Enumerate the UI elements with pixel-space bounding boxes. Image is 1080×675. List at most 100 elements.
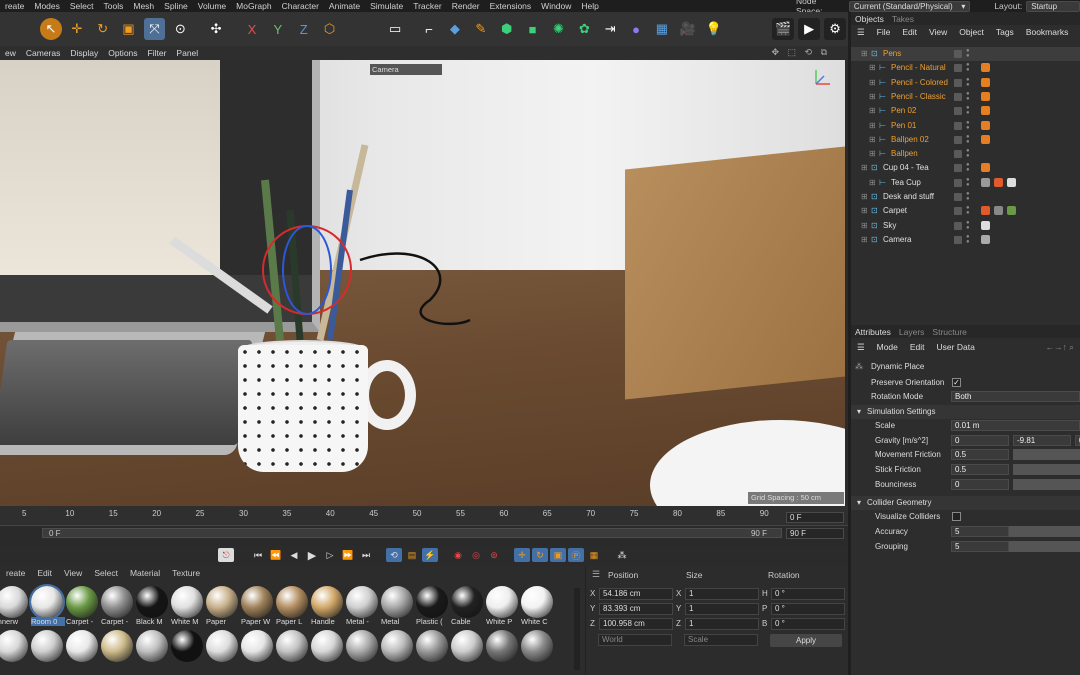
material-swatch[interactable] bbox=[486, 630, 518, 662]
extrude-icon[interactable]: ■ bbox=[522, 18, 544, 40]
max-frame-field[interactable]: 90 F bbox=[786, 528, 844, 539]
record-key-icon[interactable]: ⎋ bbox=[218, 548, 234, 562]
grouping-slider[interactable] bbox=[1009, 541, 1080, 552]
go-to-end-icon[interactable]: ⏭ bbox=[358, 548, 374, 562]
mograph-icon[interactable]: ✿ bbox=[573, 18, 595, 40]
simulation-settings-section[interactable]: ▾ Simulation Settings bbox=[851, 405, 1080, 419]
expand-icon[interactable]: ⊞ bbox=[869, 133, 876, 147]
expand-icon[interactable]: ⊞ bbox=[869, 176, 876, 190]
viewport-menu-item[interactable]: Cameras bbox=[21, 48, 65, 58]
menu-item[interactable]: Tools bbox=[99, 0, 129, 12]
material-swatch[interactable] bbox=[171, 630, 203, 662]
object-tag[interactable] bbox=[1007, 206, 1016, 216]
move-tool-icon[interactable]: ✛ bbox=[66, 18, 88, 40]
material-swatch[interactable] bbox=[451, 586, 483, 618]
material-swatch[interactable] bbox=[451, 630, 483, 662]
menu-item[interactable]: MoGraph bbox=[231, 0, 276, 12]
camera-icon[interactable]: 🎥 bbox=[677, 18, 699, 40]
accuracy-field[interactable]: 5 bbox=[951, 526, 1009, 537]
material-menu-item[interactable]: Material bbox=[124, 568, 166, 578]
previous-key-icon[interactable]: ⏪ bbox=[268, 548, 284, 562]
visibility-toggle[interactable] bbox=[954, 235, 962, 244]
stick-friction-slider[interactable] bbox=[1013, 464, 1080, 475]
object-row[interactable]: ⊞ ⊡ Carpet ● ● bbox=[851, 204, 1080, 218]
expand-icon[interactable]: ⊞ bbox=[861, 219, 868, 233]
object-menu-item[interactable]: Bookmarks bbox=[1020, 27, 1075, 37]
menu-icon[interactable]: ☰ bbox=[592, 569, 600, 580]
object-menu-item[interactable]: Edit bbox=[896, 27, 923, 37]
visibility-toggle[interactable] bbox=[954, 78, 962, 87]
object-tag[interactable] bbox=[981, 206, 990, 216]
material-swatch[interactable] bbox=[241, 586, 273, 618]
visibility-toggle[interactable] bbox=[954, 164, 962, 173]
visibility-toggle[interactable] bbox=[954, 221, 962, 230]
menu-item[interactable]: Simulate bbox=[365, 0, 408, 12]
bounciness-slider[interactable] bbox=[1013, 479, 1080, 490]
material-swatch[interactable] bbox=[416, 586, 448, 618]
object-tag[interactable] bbox=[994, 177, 1003, 187]
deformer-icon[interactable]: ⇥ bbox=[599, 18, 621, 40]
material-swatch[interactable] bbox=[521, 630, 553, 662]
coord-size-field[interactable]: 1 bbox=[685, 603, 759, 615]
menu-item[interactable]: reate bbox=[0, 0, 29, 12]
render-dots[interactable]: ● ● bbox=[966, 191, 970, 202]
pen-tool-icon[interactable]: ✎ bbox=[470, 18, 492, 40]
material-menu-item[interactable]: reate bbox=[0, 568, 31, 578]
key-scale-icon[interactable]: ▣ bbox=[550, 548, 566, 562]
object-menu-item[interactable]: View bbox=[923, 27, 953, 37]
material-swatch[interactable] bbox=[276, 586, 308, 618]
material-menu-item[interactable]: Texture bbox=[166, 568, 206, 578]
menu-item[interactable]: Mesh bbox=[128, 0, 159, 12]
attribute-menu-item[interactable]: Mode bbox=[871, 342, 904, 352]
material-swatch[interactable] bbox=[171, 586, 203, 618]
next-key-icon[interactable]: ⏩ bbox=[340, 548, 356, 562]
expand-icon[interactable]: ⊞ bbox=[869, 76, 876, 90]
next-frame-icon[interactable]: ▷ bbox=[322, 548, 338, 562]
apply-button[interactable]: Apply bbox=[770, 634, 842, 647]
expand-icon[interactable]: ⊞ bbox=[869, 104, 876, 118]
material-swatch[interactable] bbox=[101, 586, 133, 618]
material-swatch[interactable] bbox=[29, 584, 65, 620]
menu-icon[interactable]: ☰ bbox=[851, 27, 871, 38]
material-swatch[interactable] bbox=[311, 630, 343, 662]
object-tag[interactable] bbox=[994, 206, 1003, 216]
material-menu-item[interactable]: Select bbox=[88, 568, 124, 578]
render-dots[interactable]: ● ● bbox=[966, 48, 970, 59]
render-viewer-icon[interactable]: ▶ bbox=[798, 18, 821, 40]
object-row[interactable]: ⊞ ⊢ Tea Cup ● ● bbox=[851, 176, 1080, 190]
movement-friction-slider[interactable] bbox=[1013, 449, 1080, 460]
render-dots[interactable]: ● ● bbox=[966, 91, 970, 102]
menu-item[interactable]: Modes bbox=[29, 0, 65, 12]
spline-pen-icon[interactable]: ⌐ bbox=[418, 18, 440, 40]
material-swatch[interactable] bbox=[136, 586, 168, 618]
visibility-toggle[interactable] bbox=[954, 107, 962, 116]
tab-attribute-manager[interactable]: Layers bbox=[895, 327, 929, 337]
grouping-field[interactable]: 5 bbox=[951, 541, 1009, 552]
material-swatch[interactable] bbox=[276, 630, 308, 662]
object-row[interactable]: ⊞ ⊡ Desk and stuff ● ● bbox=[851, 190, 1080, 204]
light-icon[interactable]: 💡 bbox=[703, 18, 725, 40]
viewport-menu-item[interactable]: Options bbox=[103, 48, 142, 58]
collider-geometry-section[interactable]: ▾ Collider Geometry bbox=[851, 496, 1080, 510]
axis-tool-icon[interactable]: ✣ bbox=[205, 18, 227, 40]
material-swatch[interactable] bbox=[66, 586, 98, 618]
render-dots[interactable]: ● ● bbox=[966, 234, 970, 245]
render-dots[interactable]: ● ● bbox=[966, 120, 970, 131]
render-settings-icon[interactable]: ⚙ bbox=[824, 18, 846, 40]
expand-icon[interactable]: ⊞ bbox=[861, 233, 868, 247]
material-menu-item[interactable]: Edit bbox=[31, 568, 58, 578]
gravity-z-field[interactable]: 0 bbox=[1075, 435, 1080, 446]
timeline-ruler[interactable]: 5 10 15 20 25 30 35 40 45 50 55 60 65 70 75 80 85 90 bbox=[0, 506, 848, 526]
material-swatch[interactable] bbox=[381, 630, 413, 662]
visibility-toggle[interactable] bbox=[954, 193, 962, 201]
keyframe-selection-icon[interactable]: ⊚ bbox=[486, 548, 502, 562]
object-row[interactable]: ⊞ ⊢ Pencil - Natural ● ● bbox=[851, 61, 1080, 75]
attribute-menu-item[interactable]: Edit bbox=[904, 342, 931, 352]
visibility-toggle[interactable] bbox=[954, 92, 962, 101]
current-frame-field[interactable]: 0 F bbox=[786, 512, 844, 523]
previous-frame-icon[interactable]: ◀ bbox=[286, 548, 302, 562]
material-swatch[interactable] bbox=[346, 630, 378, 662]
object-menu-item[interactable]: File bbox=[871, 27, 897, 37]
material-scrollbar[interactable] bbox=[574, 588, 580, 670]
visibility-toggle[interactable] bbox=[954, 64, 962, 73]
